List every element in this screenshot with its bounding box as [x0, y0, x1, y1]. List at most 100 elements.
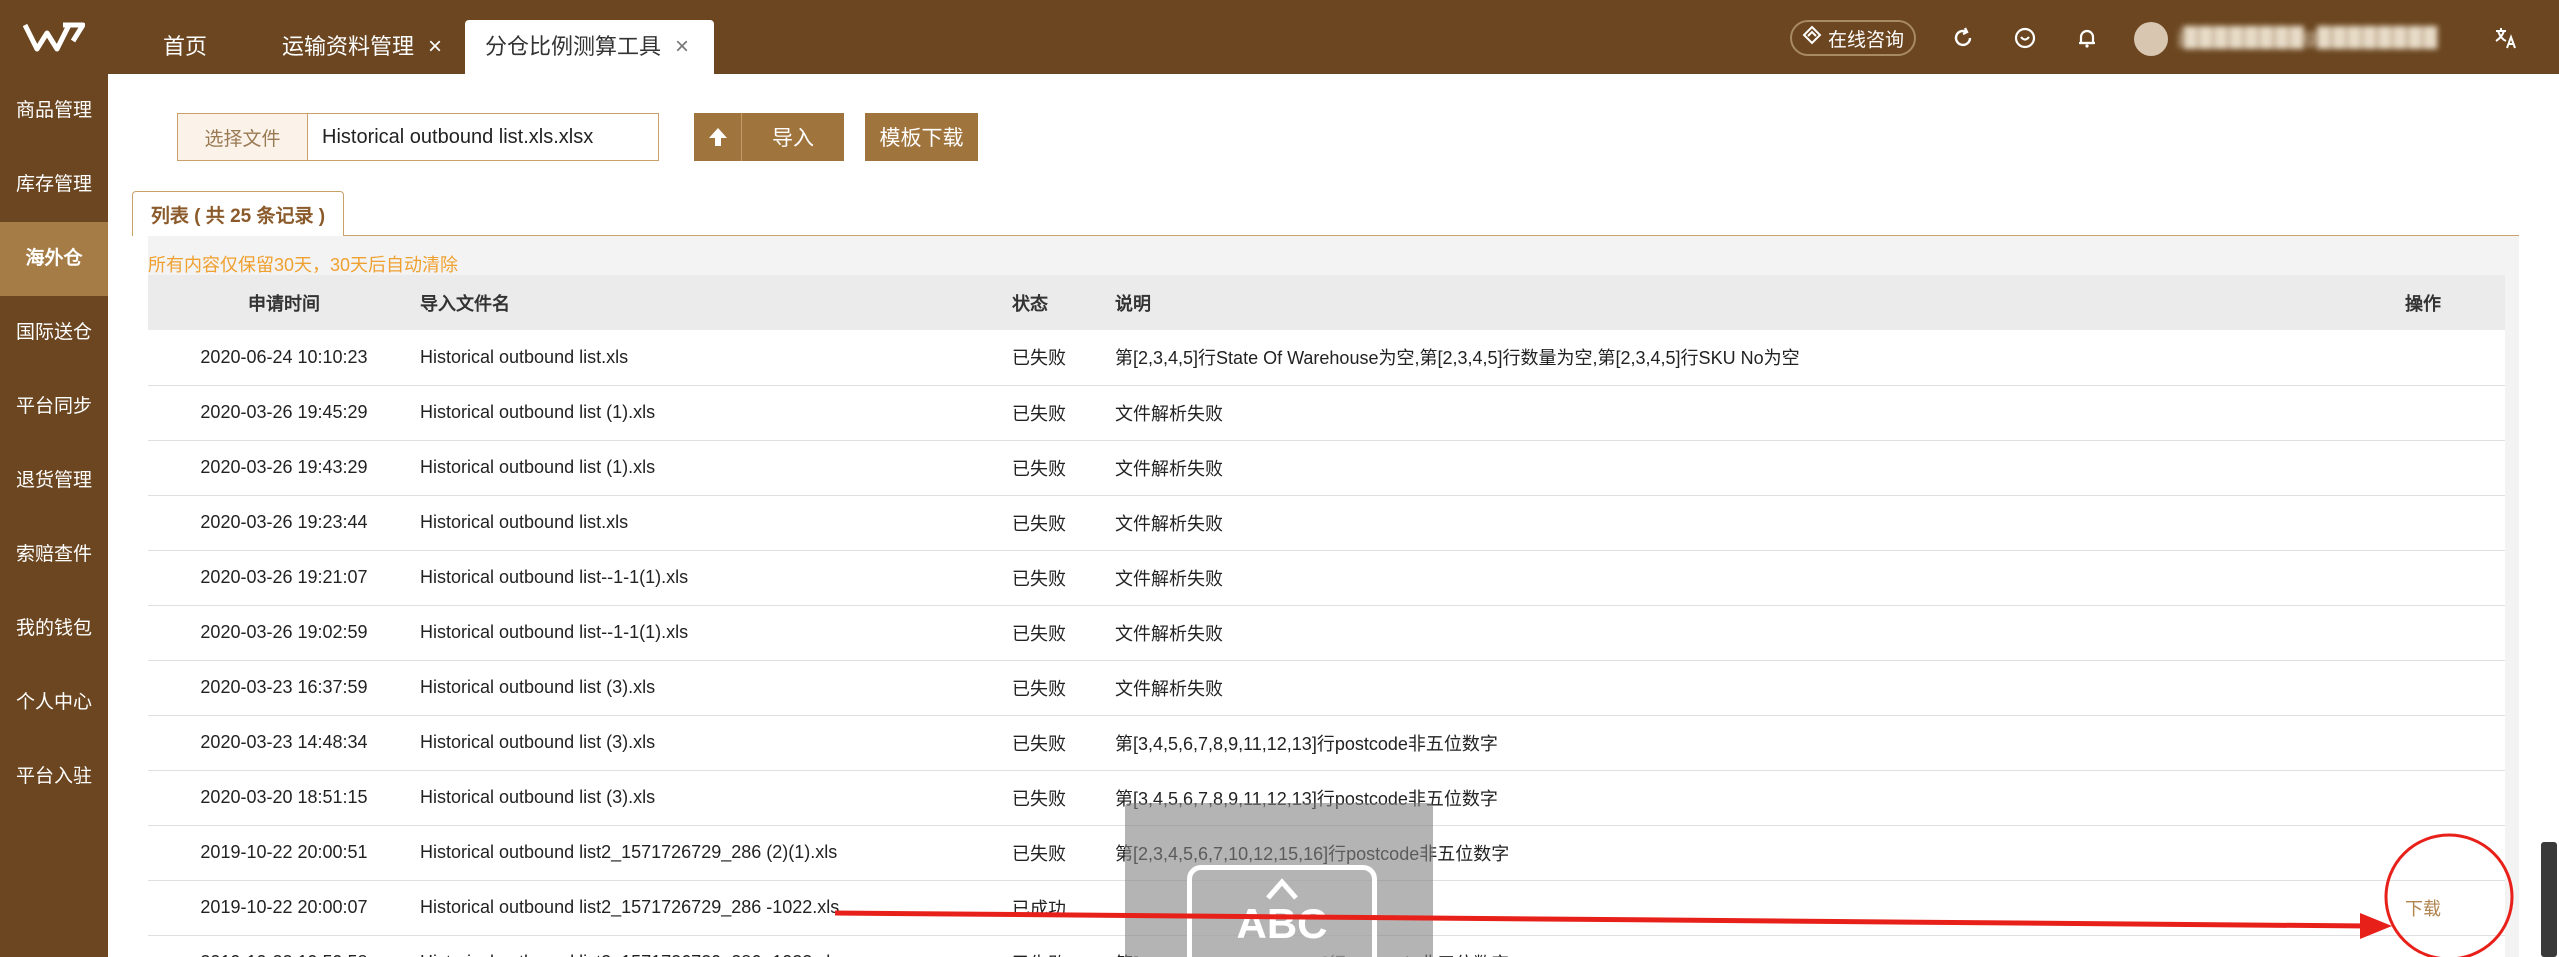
cell-time: 2020-03-26 19:45:29 — [200, 402, 368, 422]
close-icon[interactable]: × — [675, 33, 689, 60]
smile-icon[interactable] — [2009, 22, 2041, 54]
column-header-description: 说明 — [1115, 293, 1151, 314]
sidebar-item-label: 平台同步 — [15, 396, 92, 417]
sidebar-item-label: 库存管理 — [15, 174, 92, 195]
column-header-operation: 操作 — [2405, 293, 2441, 314]
sidebar-item-label: 索赔查件 — [15, 544, 92, 565]
table-row: 2020-03-23 16:37:59 Historical outbound … — [148, 660, 2505, 715]
watermark-text: ABC — [1236, 900, 1328, 947]
cell-file: Historical outbound list.xls — [420, 346, 629, 367]
cell-description: 文件解析失败 — [1115, 403, 1223, 424]
cell-operation — [2405, 825, 2505, 880]
cell-time: 2020-03-26 19:21:07 — [200, 567, 368, 587]
cell-operation: 下载 — [2405, 880, 2505, 935]
sidebar-item-overseas-warehouse[interactable]: 海外仓 — [0, 222, 108, 296]
table-row: 2020-03-26 19:21:07 Historical outbound … — [148, 550, 2505, 605]
cell-status: 已失败 — [1012, 678, 1066, 699]
sidebar-item-platform-sync[interactable]: 平台同步 — [0, 370, 108, 444]
sidebar-item-label: 海外仓 — [25, 248, 83, 269]
keyboard-icon: ABC — [1187, 865, 1377, 957]
tab-home[interactable]: 首页 — [143, 20, 227, 74]
table-row: 2020-03-26 19:02:59 Historical outbound … — [148, 605, 2505, 660]
cell-operation — [2405, 935, 2505, 957]
cell-file: Historical outbound list (1).xls — [420, 457, 656, 477]
cell-operation — [2405, 660, 2505, 715]
logo-icon[interactable] — [0, 0, 108, 74]
cell-description: 文件解析失败 — [1115, 458, 1223, 479]
sidebar-item-returns[interactable]: 退货管理 — [0, 444, 108, 518]
retention-notice: 所有内容仅保留30天，30天后自动清除 — [148, 255, 459, 275]
download-link[interactable]: 下载 — [2405, 899, 2441, 919]
username[interactable]: j████████g████████ — [2178, 26, 2448, 50]
cell-file: Historical outbound list (3).xls — [420, 732, 656, 752]
cell-status: 已失败 — [1012, 403, 1066, 424]
cell-status: 已失败 — [1012, 348, 1066, 369]
table-header-row: 申请时间 导入文件名 状态 说明 操作 — [148, 275, 2505, 330]
sidebar-item-claims[interactable]: 索赔查件 — [0, 518, 108, 592]
tab-label: 运输资料管理 — [282, 34, 415, 59]
list-tab[interactable]: 列表 ( 共 25 条记录 ) — [132, 191, 344, 236]
tab-label: 分仓比例测算工具 — [485, 34, 662, 59]
scrollbar-thumb[interactable] — [2541, 842, 2557, 957]
sidebar-item-inventory[interactable]: 库存管理 — [0, 148, 108, 222]
import-button[interactable]: 导入 — [694, 113, 844, 161]
import-label: 导入 — [772, 127, 814, 150]
cell-time: 2020-03-26 19:43:29 — [200, 457, 368, 477]
cell-status: 已失败 — [1012, 458, 1066, 479]
sidebar-item-international-delivery[interactable]: 国际送仓 — [0, 296, 108, 370]
choose-file-button[interactable]: 选择文件 — [178, 114, 308, 160]
cell-operation — [2405, 440, 2505, 495]
sidebar-item-products[interactable]: 商品管理 — [0, 74, 108, 148]
table-row: 2020-06-24 10:10:23 Historical outbound … — [148, 330, 2505, 385]
watermark-overlay: ABC — [1125, 803, 1433, 957]
cell-time: 2020-03-26 19:23:44 — [200, 512, 368, 532]
tab-ratio-calculator[interactable]: 分仓比例测算工具 × — [465, 20, 714, 74]
sidebar-item-profile[interactable]: 个人中心 — [0, 666, 108, 740]
translate-icon[interactable] — [2490, 22, 2522, 54]
cell-status: 已失败 — [1012, 843, 1066, 864]
table-row: 2020-03-23 14:48:34 Historical outbound … — [148, 715, 2505, 770]
cell-time: 2020-03-26 19:02:59 — [200, 622, 368, 642]
cell-time: 2019-10-22 20:00:07 — [200, 897, 368, 917]
template-download-button[interactable]: 模板下载 — [865, 113, 978, 161]
column-header-file: 导入文件名 — [420, 293, 510, 314]
cell-description: 文件解析失败 — [1115, 513, 1223, 534]
cell-time: 2019-10-22 20:00:51 — [200, 842, 368, 862]
cell-operation — [2405, 770, 2505, 825]
cell-operation — [2405, 605, 2505, 660]
upload-icon — [694, 113, 742, 161]
cell-time: 2020-03-23 14:48:34 — [200, 732, 368, 752]
cell-file: Historical outbound list (3).xls — [420, 787, 656, 807]
sidebar-item-platform-join[interactable]: 平台入驻 — [0, 740, 108, 814]
cell-status: 已失败 — [1012, 935, 1115, 957]
cell-file: Historical outbound list2_1571726729_286… — [420, 842, 838, 862]
cell-time: 2020-03-23 16:37:59 — [200, 677, 368, 697]
column-header-time: 申请时间 — [248, 293, 320, 314]
sidebar-item-wallet[interactable]: 我的钱包 — [0, 592, 108, 666]
refresh-icon[interactable] — [1947, 22, 1979, 54]
online-consult-button[interactable]: 在线咨询 — [1790, 20, 1916, 56]
chat-icon — [1802, 25, 1822, 51]
cell-file: Historical outbound list--1-1(1).xls — [420, 622, 689, 642]
column-header-status: 状态 — [1012, 293, 1048, 314]
cell-status: 已失败 — [1012, 623, 1066, 644]
cell-file: Historical outbound list2_1571726729_286… — [420, 897, 840, 917]
bell-icon[interactable] — [2071, 22, 2103, 54]
cell-status: 已成功 — [1012, 898, 1066, 919]
cell-operation — [2405, 715, 2505, 770]
cell-status: 已失败 — [1012, 788, 1066, 809]
sidebar-item-label: 平台入驻 — [15, 766, 92, 787]
tab-transport-data[interactable]: 运输资料管理 × — [262, 20, 462, 74]
close-icon[interactable]: × — [428, 33, 442, 60]
cell-time: 2020-03-20 18:51:15 — [200, 787, 368, 807]
file-picker[interactable]: 选择文件 Historical outbound list.xls.xlsx — [177, 113, 659, 161]
cell-description: 文件解析失败 — [1115, 568, 1223, 589]
sidebar-item-label: 退货管理 — [15, 470, 92, 491]
sidebar-item-label: 我的钱包 — [15, 618, 92, 639]
table-row: 2020-03-26 19:23:44 Historical outbound … — [148, 495, 2505, 550]
online-consult-label: 在线咨询 — [1827, 29, 1904, 51]
cell-file: Historical outbound list (1).xls — [420, 402, 656, 422]
table-row: 2020-03-26 19:45:29 Historical outbound … — [148, 385, 2505, 440]
avatar[interactable] — [2134, 22, 2168, 56]
selected-file-name: Historical outbound list.xls.xlsx — [322, 125, 594, 148]
